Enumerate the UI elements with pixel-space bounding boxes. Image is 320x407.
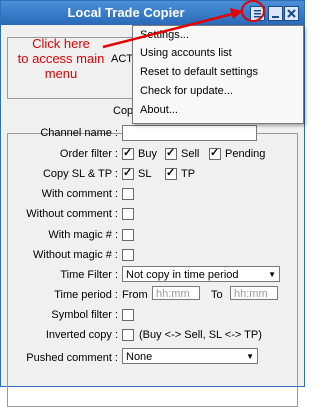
annotation-arrow-icon — [102, 8, 243, 49]
highlight-ring — [241, 0, 265, 22]
